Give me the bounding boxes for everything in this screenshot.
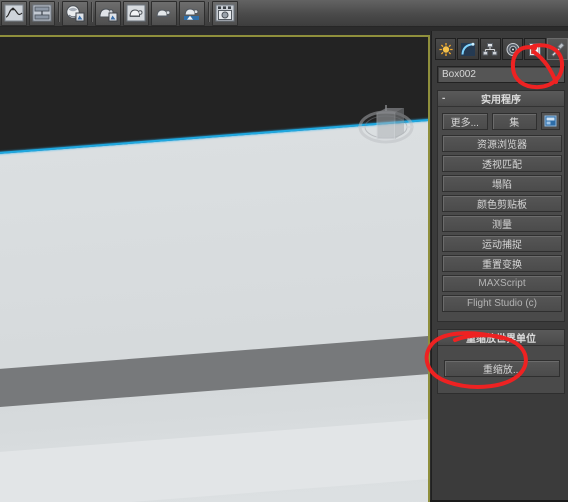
- material-browser-icon[interactable]: [95, 0, 121, 26]
- rescale-rollout-title: 重缩放世界单位: [466, 334, 536, 345]
- material-editor-icon[interactable]: [62, 0, 88, 26]
- toolbar-button-group: [0, 0, 239, 26]
- flight-studio-button[interactable]: Flight Studio (c): [442, 295, 562, 312]
- configure-sets-icon[interactable]: [541, 112, 560, 130]
- utilities-rollout: - 实用程序 更多... 集 资源浏览器 透视匹配 塌陷 颜色剪贴板 测量 运动…: [437, 90, 565, 322]
- maxscript-button[interactable]: MAXScript: [442, 275, 562, 292]
- rescale-rollout-header[interactable]: - 重缩放世界单位: [438, 330, 564, 346]
- rescale-button[interactable]: 重缩放...: [444, 360, 560, 377]
- tab-utilities[interactable]: [546, 38, 568, 60]
- perspective-viewport[interactable]: [0, 35, 430, 502]
- object-name-field[interactable]: Box002: [437, 66, 565, 83]
- tab-motion[interactable]: [501, 38, 524, 60]
- sets-button[interactable]: 集: [491, 112, 537, 130]
- more-button[interactable]: 更多...: [442, 112, 488, 130]
- command-panel: Box002 - 实用程序 更多... 集 资源浏览器 透视匹配 塌陷 颜色剪贴…: [431, 31, 568, 500]
- toolbar-empty-area: [239, 0, 568, 26]
- utilities-rollout-body: 更多... 集 资源浏览器 透视匹配 塌陷 颜色剪贴板 测量 运动捕捉 重置变换…: [438, 107, 564, 321]
- tab-hierarchy[interactable]: [479, 38, 501, 60]
- render-production-icon[interactable]: [179, 0, 205, 26]
- camera-match-button[interactable]: 透视匹配: [442, 155, 562, 172]
- render-setup-icon[interactable]: [123, 0, 149, 26]
- tab-create[interactable]: [435, 38, 457, 60]
- utilities-rollout-title: 实用程序: [481, 95, 521, 106]
- command-panel-tabs: [435, 38, 568, 60]
- color-clipboard-button[interactable]: 颜色剪贴板: [442, 195, 562, 212]
- rescale-world-units-rollout: - 重缩放世界单位 重缩放...: [437, 329, 565, 394]
- toolbar-separator: [89, 2, 94, 24]
- schematic-view-icon[interactable]: [29, 0, 55, 26]
- asset-browser-button[interactable]: 资源浏览器: [442, 135, 562, 152]
- motion-capture-button[interactable]: 运动捕捉: [442, 235, 562, 252]
- collapse-button[interactable]: 塌陷: [442, 175, 562, 192]
- viewport-container: [0, 31, 431, 502]
- view-gizmo[interactable]: [356, 103, 416, 149]
- utilities-rollout-header[interactable]: - 实用程序: [438, 91, 564, 107]
- tab-modify[interactable]: [457, 38, 479, 60]
- tab-display[interactable]: [524, 38, 546, 60]
- toolbar-separator: [206, 2, 211, 24]
- render-modes-icon[interactable]: [212, 0, 238, 26]
- collapse-icon[interactable]: -: [442, 331, 445, 344]
- main-toolbar: [0, 0, 568, 27]
- app-window: Box002 - 实用程序 更多... 集 资源浏览器 透视匹配 塌陷 颜色剪贴…: [0, 0, 568, 502]
- object-name-value: Box002: [442, 69, 476, 80]
- measure-button[interactable]: 测量: [442, 215, 562, 232]
- rendered-frame-icon[interactable]: [151, 0, 177, 26]
- curve-editor-icon[interactable]: [1, 0, 27, 26]
- utilities-top-row: 更多... 集: [442, 112, 560, 130]
- collapse-icon[interactable]: -: [442, 92, 445, 105]
- reset-xform-button[interactable]: 重置变换: [442, 255, 562, 272]
- toolbar-separator: [56, 2, 61, 24]
- rescale-rollout-body: 重缩放...: [438, 346, 564, 393]
